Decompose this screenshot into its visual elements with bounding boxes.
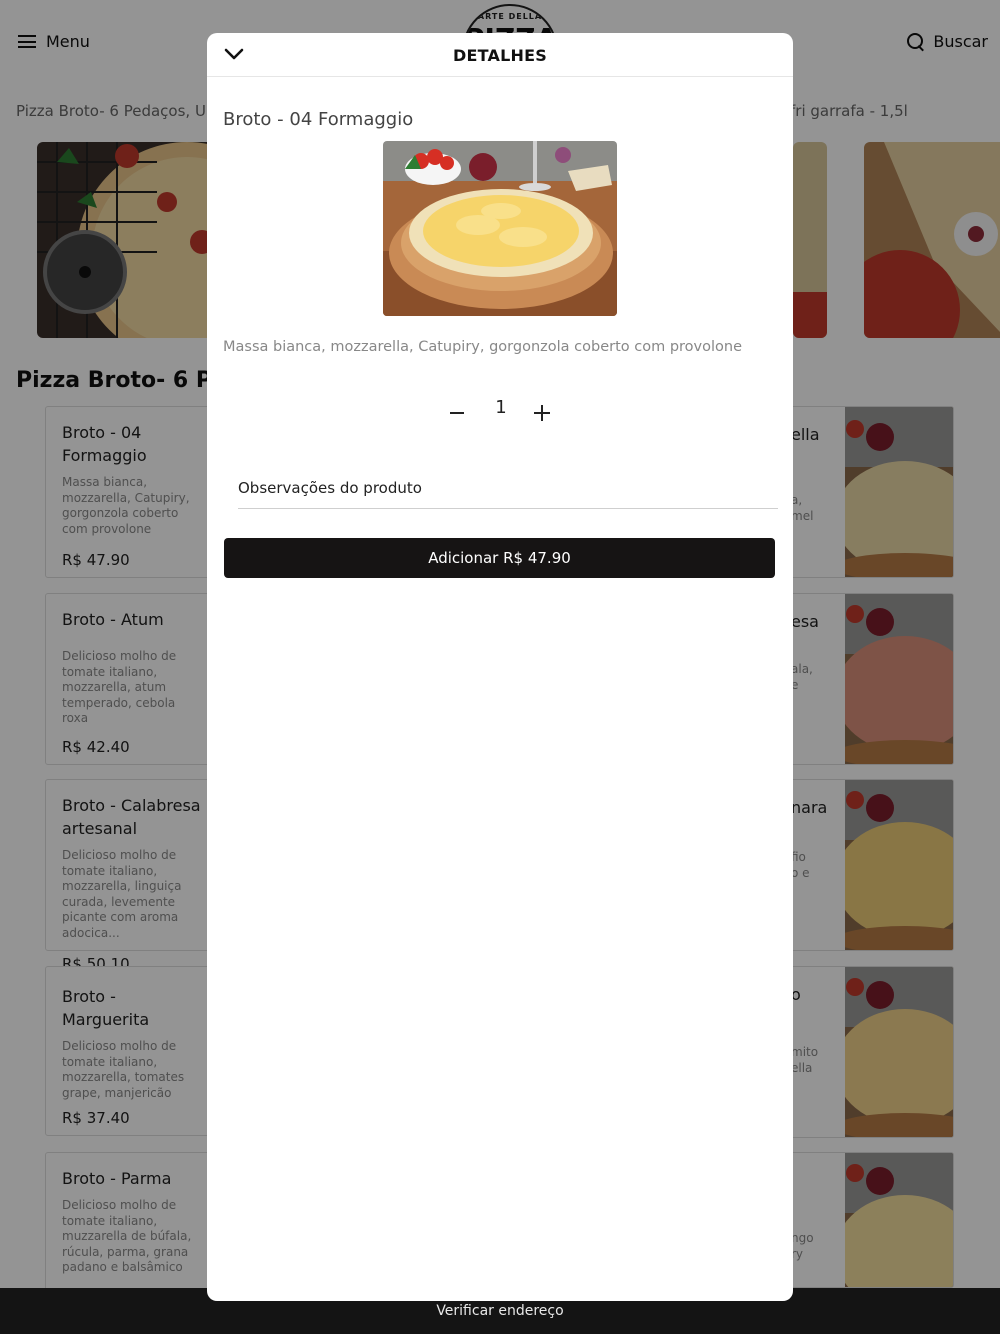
quantity-value: 1 [495,397,507,418]
product-notes-input[interactable] [238,467,778,509]
add-to-cart-button[interactable]: Adicionar R$ 47.90 [224,538,775,578]
product-image [383,141,617,316]
modal-title: DETALHES [453,46,547,65]
quantity-stepper: 1 [207,393,793,427]
modal-header: DETALHES [207,33,793,77]
product-description: Massa bianca, mozzarella, Catupiry, gorg… [223,339,742,355]
plus-icon[interactable] [531,400,553,422]
product-details-modal: DETALHES Broto - 04 Formaggio Massa bian… [207,33,793,1301]
minus-icon[interactable] [447,400,467,420]
product-name: Broto - 04 Formaggio [223,109,414,130]
